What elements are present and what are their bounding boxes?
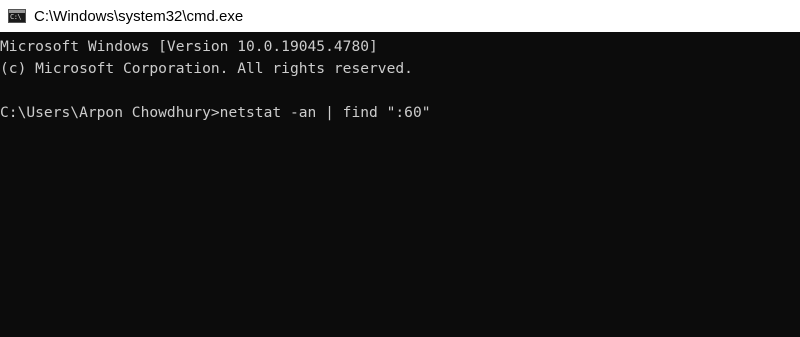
icon-glyph: C:\ [10,13,22,21]
console-line-copyright: (c) Microsoft Corporation. All rights re… [0,60,413,77]
window-title: C:\Windows\system32\cmd.exe [34,7,244,25]
cmd-console-icon[interactable]: C:\ [8,9,26,23]
console-line-version: Microsoft Windows [Version 10.0.19045.47… [0,38,378,55]
title-bar[interactable]: C:\ C:\Windows\system32\cmd.exe [0,0,800,32]
console-area[interactable]: Microsoft Windows [Version 10.0.19045.47… [0,32,800,337]
console-command-line[interactable]: C:\Users\Arpon Chowdhury>netstat -an | f… [0,102,800,124]
cmd-window: C:\ C:\Windows\system32\cmd.exe Microsof… [0,0,800,337]
